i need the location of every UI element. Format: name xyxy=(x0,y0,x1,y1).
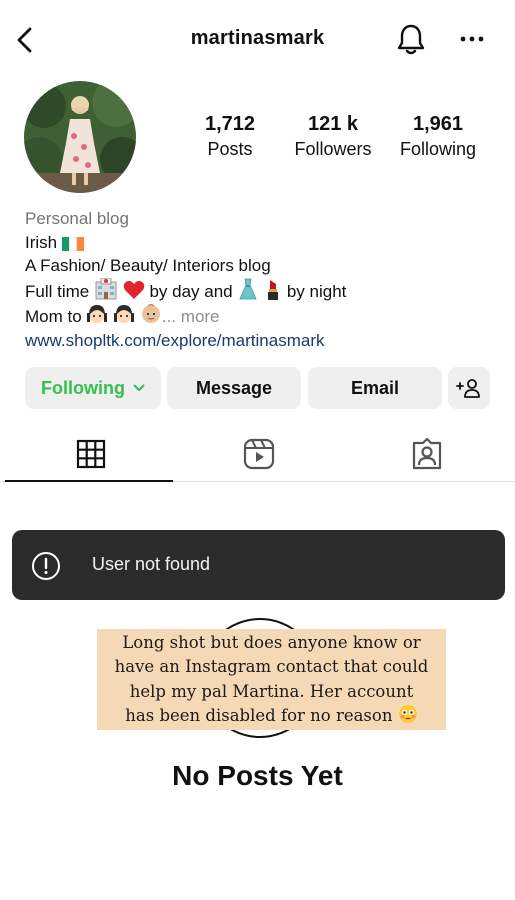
stat-following[interactable]: 1,961 Following xyxy=(393,112,483,162)
following-label: Following xyxy=(399,139,477,159)
more-horizontal-icon[interactable] xyxy=(458,30,486,48)
alert-circle-icon xyxy=(32,552,60,580)
followers-count: 121 k xyxy=(307,113,359,135)
caption-line-4-wrap: has been disabled for no reason xyxy=(101,704,442,728)
flushed-face-icon xyxy=(398,704,417,723)
tagged-icon[interactable] xyxy=(410,437,444,471)
story-caption: Long shot but does anyone know or have a… xyxy=(97,629,446,730)
bio-line-3-middle: by day and xyxy=(149,281,233,301)
top-bar: martinasmark xyxy=(0,0,515,80)
followers-label: Followers xyxy=(294,139,372,159)
girl-icon xyxy=(87,305,108,323)
bio-line-4-text: Mom to xyxy=(25,307,82,326)
stat-followers[interactable]: 121 k Followers xyxy=(288,112,378,162)
bio-line-1-text: Irish xyxy=(25,232,58,252)
toast-message: User not found xyxy=(92,554,211,574)
bio-line-3: Full time by day and by night xyxy=(25,277,495,304)
caption-line-4: has been disabled for no reason xyxy=(125,705,393,725)
grid-icon[interactable] xyxy=(74,437,108,471)
bio-line-4: Mom to ... more xyxy=(25,303,495,329)
profile-bio: Personal blog Irish A Fashion/ Beauty/ I… xyxy=(25,207,495,352)
bio-line-3-end: by night xyxy=(286,281,347,301)
following-button-label: Following xyxy=(41,378,125,398)
reels-icon[interactable] xyxy=(242,437,276,471)
active-tab-indicator xyxy=(5,480,173,482)
lipstick-icon xyxy=(268,279,279,300)
avatar[interactable] xyxy=(24,81,136,193)
bio-category: Personal blog xyxy=(25,209,129,228)
stat-posts[interactable]: 1,712 Posts xyxy=(190,112,270,162)
baby-icon xyxy=(141,303,160,323)
bio-line-1: Irish xyxy=(25,231,495,255)
posts-count: 1,712 xyxy=(204,113,256,135)
hospital-icon xyxy=(95,277,117,299)
empty-state-title: No Posts Yet xyxy=(172,760,343,791)
caption-line-2: have an Instagram contact that could xyxy=(114,657,429,677)
email-button[interactable]: Email xyxy=(308,367,442,409)
red-heart-icon xyxy=(123,280,144,299)
caption-line-3: help my pal Martina. Her account xyxy=(129,681,414,701)
posts-label: Posts xyxy=(207,139,253,159)
following-button[interactable]: Following xyxy=(25,367,161,409)
caption-line-1: Long shot but does anyone know or xyxy=(122,633,421,652)
dress-icon xyxy=(239,278,257,299)
bio-line-3-start: Full time xyxy=(25,281,90,301)
add-person-icon xyxy=(456,379,480,398)
ireland-flag-icon xyxy=(61,236,84,251)
bell-icon[interactable] xyxy=(395,22,427,56)
following-count: 1,961 xyxy=(412,113,464,135)
add-user-button[interactable] xyxy=(448,367,490,409)
error-toast[interactable]: User not found xyxy=(12,530,505,600)
girl-icon xyxy=(114,305,135,323)
message-button[interactable]: Message xyxy=(167,367,301,409)
profile-username: martinasmark xyxy=(190,27,325,49)
bio-website-link[interactable]: www.shopltk.com/explore/martinasmark xyxy=(25,329,495,353)
bio-line-2: A Fashion/ Beauty/ Interiors blog xyxy=(25,256,271,275)
bio-more-link[interactable]: ... more xyxy=(162,307,220,326)
chevron-down-icon xyxy=(133,384,145,391)
